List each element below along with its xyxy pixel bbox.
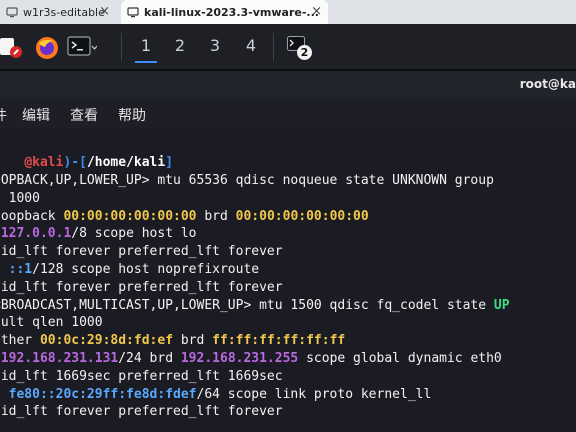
files-icon[interactable] xyxy=(0,36,22,58)
close-icon[interactable]: × xyxy=(311,4,322,19)
output-segment: 00:00:00:00:00:00 xyxy=(235,208,369,224)
output-segment: lid_lft forever preferred_lft forever xyxy=(0,279,283,295)
prompt-host: kali xyxy=(32,154,64,170)
panel-separator xyxy=(121,33,122,61)
output-line: lid_lft 1669sec preferred_lft 1669sec xyxy=(0,368,576,386)
output-segment: 00:0c:29:8d:fd:ef xyxy=(39,333,174,349)
output-line: OOPBACK,UP,LOWER_UP> mtu 65536 qdisc noq… xyxy=(0,172,576,190)
vm-icon xyxy=(127,7,139,18)
output-segment: 192.168.231.131 xyxy=(0,350,119,366)
output-segment: brd xyxy=(173,333,213,349)
terminal-output: OOPBACK,UP,LOWER_UP> mtu 65536 qdisc noq… xyxy=(0,172,576,421)
output-segment: UP xyxy=(493,297,510,313)
output-segment xyxy=(0,387,9,402)
output-segment: 192.168.231.255 xyxy=(180,350,299,366)
output-line: n 1000 xyxy=(0,190,576,208)
output-line: lid_lft forever preferred_lft forever xyxy=(0,279,576,297)
tab-w1r3s-editable[interactable]: w1r3s-editable × xyxy=(0,0,118,24)
output-segment: brd xyxy=(196,208,236,224)
prompt-at: @ xyxy=(24,154,33,170)
output-line: 127.0.0.1/8 scope host lo xyxy=(0,225,576,243)
output-segment xyxy=(0,262,9,277)
menu-help[interactable]: 帮助 xyxy=(118,105,146,125)
output-segment: <BROADCAST,MULTICAST,UP,LOWER_UP> mtu 15… xyxy=(0,297,494,313)
output-segment: /24 brd xyxy=(118,350,181,366)
prompt-bracket: ] xyxy=(165,154,174,170)
terminal-title: root@ka xyxy=(519,77,576,91)
workspace-1[interactable]: 1 xyxy=(135,36,157,63)
output-segment: /128 scope host noprefixroute xyxy=(32,261,260,277)
output-segment: ether xyxy=(0,333,33,349)
terminal-menubar: 件 编辑 查看 帮助 xyxy=(0,99,576,129)
output-segment: scope global dynamic eth0 xyxy=(298,350,502,366)
output-line: ::1/128 scope host noprefixroute xyxy=(0,261,576,279)
output-segment: 127.0.0.1 xyxy=(0,226,72,242)
workspace-2[interactable]: 2 xyxy=(173,36,187,55)
menu-file[interactable]: 件 xyxy=(0,105,7,125)
output-segment: fe80::20c:29ff:fe8d:fdef xyxy=(8,386,197,402)
terminal-titlebar[interactable]: root@ka xyxy=(0,71,576,99)
output-segment: ault qlen 1000 xyxy=(0,315,103,331)
terminal-icon[interactable] xyxy=(67,35,97,59)
workspace-3[interactable]: 3 xyxy=(208,36,222,55)
output-line: lid_lft forever preferred_lft forever xyxy=(0,243,576,261)
output-segment: ff:ff:ff:ff:ff:ff xyxy=(212,333,346,349)
output-line: lid_lft forever preferred_lft forever xyxy=(0,403,576,421)
firefox-icon[interactable] xyxy=(35,36,59,60)
output-line: <BROADCAST,MULTICAST,UP,LOWER_UP> mtu 15… xyxy=(0,297,576,315)
host-tab-strip: w1r3s-editable × kali-linux-2023.3-vmwar… xyxy=(0,0,576,24)
tab-label: w1r3s-editable xyxy=(23,5,105,19)
window-count-badge: 2 xyxy=(297,45,312,60)
output-segment: /64 scope link proto kernel_ll xyxy=(196,386,432,402)
output-segment: n 1000 xyxy=(0,190,40,206)
guest-top-panel: 1 2 3 4 2 xyxy=(0,24,576,71)
output-segment: /8 scope host lo xyxy=(71,226,197,242)
prompt-bracket: )-[ xyxy=(63,154,87,170)
output-segment: 00:00:00:00:00:00 xyxy=(63,208,197,224)
taskbar-terminal-button[interactable]: 2 xyxy=(287,34,313,60)
tab-kali-linux[interactable]: kali-linux-2023.3-vmware-... × xyxy=(121,0,328,24)
output-segment: lid_lft 1669sec preferred_lft 1669sec xyxy=(0,368,283,384)
output-segment: lid_lft forever preferred_lft forever xyxy=(0,244,283,260)
terminal-window[interactable]: root@ka 件 编辑 查看 帮助 @kali)-[/home/kali] O… xyxy=(0,71,576,432)
output-line: 192.168.231.131/24 brd 192.168.231.255 s… xyxy=(0,350,576,368)
workspace-4[interactable]: 4 xyxy=(244,36,258,55)
output-segment: loopback xyxy=(0,208,64,224)
panel-separator xyxy=(273,33,274,61)
output-line: loopback 00:00:00:00:00:00 brd 00:00:00:… xyxy=(0,208,576,226)
output-segment: OOPBACK,UP,LOWER_UP> mtu 65536 qdisc noq… xyxy=(0,173,494,188)
output-segment: ::1 xyxy=(8,261,33,277)
output-line: ether 00:0c:29:8d:fd:ef brd ff:ff:ff:ff:… xyxy=(0,332,576,350)
output-segment: lid_lft forever preferred_lft forever xyxy=(0,404,283,420)
vm-icon xyxy=(6,7,18,18)
menu-edit[interactable]: 编辑 xyxy=(22,105,50,125)
close-icon[interactable]: × xyxy=(99,4,110,19)
menu-view[interactable]: 查看 xyxy=(70,105,98,125)
output-line: ault qlen 1000 xyxy=(0,314,576,332)
tab-label: kali-linux-2023.3-vmware-... xyxy=(144,5,319,19)
prompt-path: /home/kali xyxy=(86,154,166,170)
output-line: fe80::20c:29ff:fe8d:fdef/64 scope link p… xyxy=(0,386,576,404)
